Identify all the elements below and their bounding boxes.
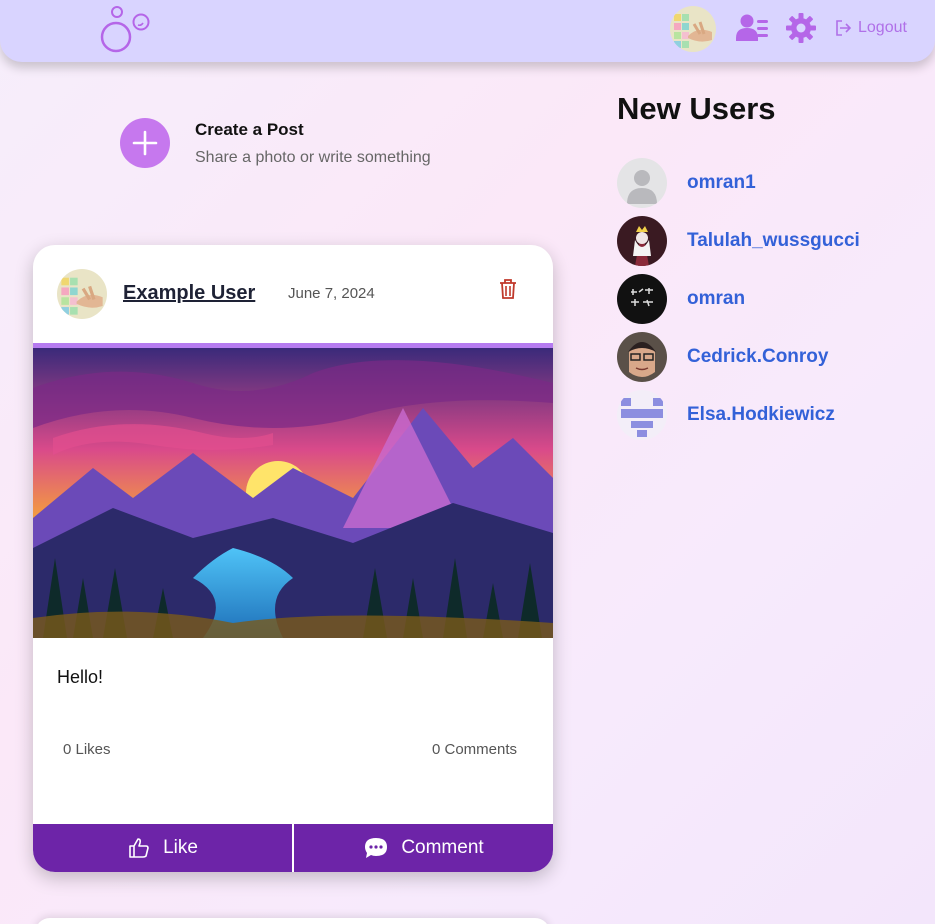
user-name: omran1 bbox=[687, 172, 756, 193]
post-author-name[interactable]: Example User bbox=[123, 282, 255, 305]
user-item[interactable]: omran bbox=[617, 274, 860, 324]
post-actions-bar: Like Comment bbox=[33, 824, 553, 872]
post-card: Example User June 7, 2024 Hello! 0 Likes… bbox=[33, 245, 553, 872]
logout-icon bbox=[836, 20, 852, 36]
post-date: June 7, 2024 bbox=[288, 285, 375, 302]
gear-icon[interactable] bbox=[786, 13, 816, 43]
logout-button[interactable]: Logout bbox=[835, 19, 907, 37]
users-list-icon[interactable] bbox=[736, 12, 768, 46]
comments-count[interactable]: 0 Comments bbox=[432, 741, 517, 758]
user-avatar bbox=[617, 158, 667, 208]
user-avatar bbox=[617, 332, 667, 382]
create-post-title: Create a Post bbox=[195, 119, 304, 139]
user-item[interactable]: omran1 bbox=[617, 158, 860, 208]
next-post-card bbox=[35, 918, 550, 924]
create-post-button[interactable]: Create a Post Share a photo or write som… bbox=[120, 118, 431, 168]
trash-icon[interactable] bbox=[498, 278, 518, 300]
post-body-text: Hello! bbox=[57, 667, 104, 687]
user-avatar bbox=[617, 274, 667, 324]
post-header: Example User June 7, 2024 bbox=[33, 245, 553, 343]
user-item[interactable]: Cedrick.Conroy bbox=[617, 332, 860, 382]
user-avatar bbox=[617, 216, 667, 266]
logout-label: Logout bbox=[858, 19, 907, 36]
user-name: Elsa.Hodkiewicz bbox=[687, 404, 835, 425]
comment-bubble-icon bbox=[365, 838, 388, 858]
like-button[interactable]: Like bbox=[33, 824, 292, 872]
user-name: Talulah_wussgucci bbox=[687, 230, 860, 251]
comment-label: Comment bbox=[401, 837, 484, 858]
user-avatar bbox=[617, 390, 667, 440]
user-name: omran bbox=[687, 288, 746, 309]
likes-count[interactable]: 0 Likes bbox=[63, 741, 111, 758]
like-label: Like bbox=[163, 837, 198, 858]
nav-user-avatar[interactable] bbox=[670, 6, 716, 52]
user-item[interactable]: Elsa.Hodkiewicz bbox=[617, 390, 860, 440]
bubbles-logo-icon[interactable] bbox=[98, 4, 154, 54]
create-post-subtitle: Share a photo or write something bbox=[195, 148, 431, 166]
new-users-heading: New Users bbox=[617, 91, 776, 126]
comment-button[interactable]: Comment bbox=[294, 824, 553, 872]
user-name: Cedrick.Conroy bbox=[687, 346, 829, 367]
top-nav-bar: Logout bbox=[0, 0, 935, 62]
plus-icon bbox=[120, 118, 170, 168]
thumbs-up-icon bbox=[129, 838, 149, 858]
user-item[interactable]: Talulah_wussgucci bbox=[617, 216, 860, 266]
post-author-avatar[interactable] bbox=[57, 269, 107, 319]
new-users-list: omran1 Talulah_wussgucci omran Cedrick.C… bbox=[617, 158, 860, 448]
post-image[interactable] bbox=[33, 348, 553, 638]
